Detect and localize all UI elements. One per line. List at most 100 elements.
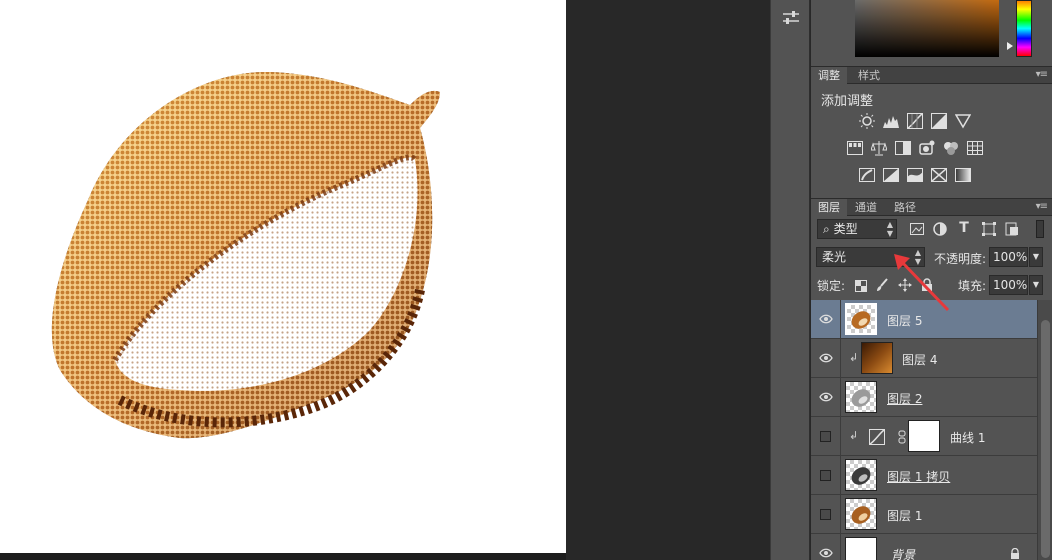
layer-name[interactable]: 图层 4: [902, 351, 937, 368]
hue-saturation-icon[interactable]: [846, 139, 864, 157]
annotation-arrow-icon: [894, 254, 950, 312]
selective-color-icon[interactable]: [930, 166, 948, 184]
fill-label: 填充:: [958, 279, 987, 293]
vibrance-icon[interactable]: [954, 112, 972, 130]
filter-toggle-switch[interactable]: [1036, 220, 1044, 238]
layer-name[interactable]: 图层 2: [887, 390, 922, 407]
layer-name[interactable]: 曲线 1: [950, 429, 985, 446]
opacity-input[interactable]: 100%: [989, 247, 1028, 267]
layer-row[interactable]: 图层 1: [811, 495, 1037, 534]
tab-paths[interactable]: 路径: [887, 199, 923, 216]
layer-thumbnail[interactable]: [845, 303, 877, 335]
color-lookup-icon[interactable]: [966, 139, 984, 157]
eye-icon: [818, 353, 833, 363]
hue-slider-arrow-icon[interactable]: [1007, 42, 1013, 50]
eye-icon: [818, 392, 833, 402]
lock-icon: [1007, 546, 1023, 560]
layer-list-scrollbar[interactable]: [1037, 300, 1052, 560]
clipping-mask-arrow-icon: ↲: [849, 351, 859, 364]
gradient-map-icon[interactable]: [954, 166, 972, 184]
color-saturation-field[interactable]: [855, 0, 999, 57]
invert-icon[interactable]: [858, 166, 876, 184]
layer-thumbnail[interactable]: [845, 537, 877, 560]
photo-filter-icon[interactable]: [918, 139, 936, 157]
clipping-mask-arrow-icon: ↲: [849, 429, 859, 442]
properties-panel-button[interactable]: [776, 4, 806, 32]
layer-list: 图层 5 ↲ 图层 4 图层 2 ↲ 曲线 1 图层 1 拷贝 图层 1 背景: [811, 300, 1037, 560]
layer-thumbnail[interactable]: [845, 498, 877, 530]
visibility-toggle[interactable]: [811, 534, 841, 560]
layer-row[interactable]: 图层 1 拷贝: [811, 456, 1037, 495]
durian-halftone-artwork: [51, 71, 441, 439]
layer-name[interactable]: 图层 1: [887, 507, 922, 524]
layer-name[interactable]: 背景: [891, 546, 915, 560]
durian-thumbnail-icon: [851, 311, 871, 329]
lock-transparency-icon[interactable]: [853, 278, 869, 294]
lock-label: 锁定:: [817, 279, 846, 293]
canvas-pasteboard: [566, 0, 770, 560]
layer-row[interactable]: 图层 2: [811, 378, 1037, 417]
visibility-toggle[interactable]: [811, 495, 841, 533]
layers-panel-menu-icon[interactable]: ▾≡: [1036, 201, 1048, 212]
layer-thumbnail[interactable]: [845, 381, 877, 413]
hidden-visibility-box: [820, 508, 831, 520]
filter-pixel-icon[interactable]: [909, 221, 925, 237]
layer-row[interactable]: 背景: [811, 534, 1037, 560]
document-canvas[interactable]: [0, 0, 566, 560]
visibility-toggle[interactable]: [811, 300, 841, 338]
brightness-contrast-icon[interactable]: [858, 112, 876, 130]
collapsed-panel-strip: [770, 0, 810, 560]
filter-shape-icon[interactable]: [981, 221, 997, 237]
curves-icon[interactable]: [906, 112, 924, 130]
durian-gray-thumbnail-icon: [851, 389, 871, 407]
threshold-icon[interactable]: [906, 166, 924, 184]
layer-name[interactable]: 图层 1 拷贝: [887, 468, 950, 485]
layer-row[interactable]: ↲ 图层 4: [811, 339, 1037, 378]
visibility-toggle[interactable]: [811, 378, 841, 416]
panel-menu-icon[interactable]: ▾≡: [1036, 69, 1048, 80]
levels-icon[interactable]: [882, 112, 900, 130]
posterize-icon[interactable]: [882, 166, 900, 184]
layers-tab-bar: 图层 通道 路径 ▾≡: [811, 198, 1052, 216]
filter-type-icon[interactable]: T: [956, 220, 972, 236]
fill-dropdown-icon[interactable]: ▼: [1029, 275, 1043, 295]
durian-dark-thumbnail-icon: [851, 467, 871, 485]
hue-slider[interactable]: [1016, 0, 1032, 57]
opacity-dropdown-icon[interactable]: ▼: [1029, 247, 1043, 267]
canvas-status-strip: [0, 553, 566, 560]
spinner-icon: ▲ ▼: [886, 220, 893, 238]
layer-thumbnail[interactable]: [861, 342, 893, 374]
layer-thumbnail[interactable]: [845, 459, 877, 491]
color-picker-panel: [811, 0, 1052, 66]
search-icon: ⌕: [823, 222, 830, 236]
scrollbar-thumb[interactable]: [1041, 320, 1050, 558]
layer-filter-select[interactable]: ⌕ 类型 ▲ ▼: [817, 219, 897, 239]
tab-styles[interactable]: 样式: [851, 67, 887, 84]
filter-smart-object-icon[interactable]: [1004, 221, 1020, 237]
black-white-icon[interactable]: [894, 139, 912, 157]
adjustment-row-2: [846, 139, 984, 157]
visibility-toggle[interactable]: [811, 417, 841, 455]
layer-row[interactable]: ↲ 曲线 1: [811, 417, 1037, 456]
filter-adjustment-icon[interactable]: [932, 221, 948, 237]
blend-mode-value: 柔光: [822, 250, 847, 264]
right-panel-dock: 调整 样式 ▾≡ 添加调整 图层 通道 路径 ▾≡ ⌕ 类型 ▲ ▼ T 柔光 …: [811, 0, 1052, 560]
tab-channels[interactable]: 通道: [848, 199, 884, 216]
layer-filter-kind: 类型: [833, 222, 858, 236]
adjustments-tab-bar: 调整 样式 ▾≡: [811, 66, 1052, 84]
visibility-toggle[interactable]: [811, 456, 841, 494]
tab-layers[interactable]: 图层: [811, 199, 847, 216]
tab-adjustments[interactable]: 调整: [811, 67, 847, 84]
channel-mixer-icon[interactable]: [942, 139, 960, 157]
exposure-icon[interactable]: [930, 112, 948, 130]
color-balance-icon[interactable]: [870, 139, 888, 157]
hidden-visibility-box: [820, 469, 831, 481]
fill-input[interactable]: 100%: [989, 275, 1028, 295]
eye-icon: [818, 314, 833, 324]
visibility-toggle[interactable]: [811, 339, 841, 377]
durian-color-thumbnail-icon: [851, 506, 871, 524]
sliders-icon: [783, 11, 799, 24]
adjustment-row-3: [858, 166, 972, 184]
hidden-visibility-box: [820, 430, 831, 442]
layer-mask-thumbnail[interactable]: [908, 420, 940, 452]
